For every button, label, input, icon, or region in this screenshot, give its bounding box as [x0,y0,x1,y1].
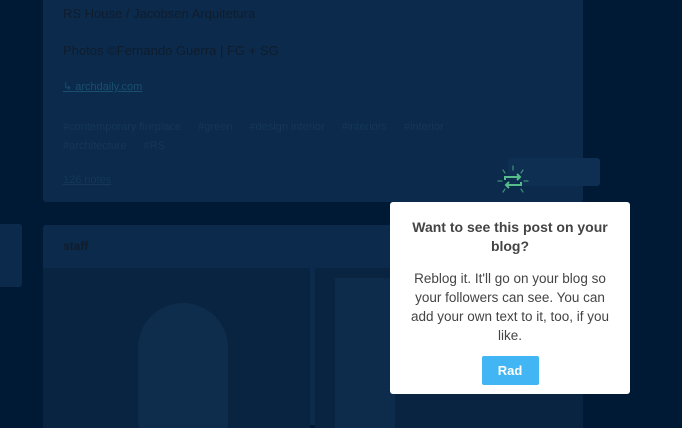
reblog-tip-popover: Want to see this post on your blog? Rebl… [390,202,630,394]
post-tags: #contemporary fireplace #green #design i… [63,118,503,156]
photo-subject [335,278,395,428]
tag[interactable]: #interior [404,121,444,133]
notes-count[interactable]: 126 notes [63,174,111,186]
post-title: RS House / Jacobsen Arquitetura [63,6,256,21]
source-link[interactable]: ↳ archdaily.com [63,80,142,93]
post-credit: Photos ©Fernando Guerra | FG + SG [63,43,279,58]
popover-title: Want to see this post on your blog? [412,219,608,254]
reblog-icon[interactable] [496,164,530,198]
sidebar-card [0,224,22,287]
post-author[interactable]: staff [63,239,88,253]
post-photo [43,268,310,428]
tag[interactable]: #design interior [249,121,324,133]
tag[interactable]: #RS [144,140,165,152]
tag[interactable]: #green [198,121,232,133]
tag[interactable]: #architecture [63,140,127,152]
photo-subject [138,303,228,428]
tag[interactable]: #contemporary fireplace [63,121,181,133]
popover-body: Reblog it. It'll go on your blog so your… [410,271,610,343]
tag[interactable]: #interiors [342,121,387,133]
rad-button[interactable]: Rad [481,356,539,385]
